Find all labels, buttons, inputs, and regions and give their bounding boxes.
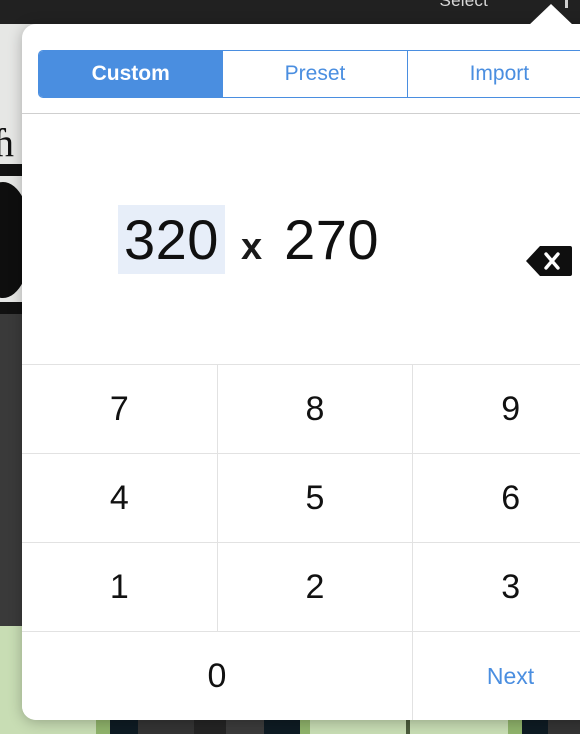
tab-custom[interactable]: Custom — [39, 51, 224, 97]
key-1[interactable]: 1 — [22, 543, 218, 631]
size-picker-popover: Custom Preset Import 320 x 270 7 8 9 4 5… — [22, 24, 580, 720]
key-9[interactable]: 9 — [413, 365, 580, 453]
key-0[interactable]: 0 — [22, 632, 413, 720]
tab-import[interactable]: Import — [407, 51, 580, 97]
key-5[interactable]: 5 — [217, 454, 414, 542]
height-input[interactable]: 270 — [278, 205, 385, 274]
keypad-row: 0 Next — [22, 631, 580, 720]
backspace-icon[interactable] — [526, 244, 572, 278]
tab-custom-label: Custom — [91, 62, 170, 85]
tab-preset[interactable]: Preset — [223, 51, 408, 97]
background-topbar-label: Select — [439, 0, 488, 10]
tab-import-label: Import — [469, 62, 530, 85]
key-2[interactable]: 2 — [217, 543, 414, 631]
background-topbar: Select — [0, 0, 580, 24]
popover-arrow — [528, 4, 574, 26]
key-6[interactable]: 6 — [413, 454, 580, 542]
keypad-row: 4 5 6 — [22, 453, 580, 542]
dimension-values: 320 x 270 — [118, 204, 385, 274]
screen: Select ɦ ed 270 AA — [0, 0, 580, 734]
keypad-row: 7 8 9 — [22, 364, 580, 453]
tab-preset-label: Preset — [284, 62, 346, 85]
key-7[interactable]: 7 — [22, 365, 218, 453]
width-input[interactable]: 320 — [118, 204, 225, 274]
keypad-row: 1 2 3 — [22, 542, 580, 631]
key-4[interactable]: 4 — [22, 454, 218, 542]
next-button[interactable]: Next — [413, 632, 580, 720]
tab-bar: Custom Preset Import — [38, 50, 580, 98]
dimension-separator: x — [240, 225, 263, 268]
key-8[interactable]: 8 — [217, 365, 414, 453]
key-3[interactable]: 3 — [413, 543, 580, 631]
dimension-display: 320 x 270 — [22, 114, 580, 364]
numeric-keypad: 7 8 9 4 5 6 1 2 3 0 Next — [22, 364, 580, 720]
